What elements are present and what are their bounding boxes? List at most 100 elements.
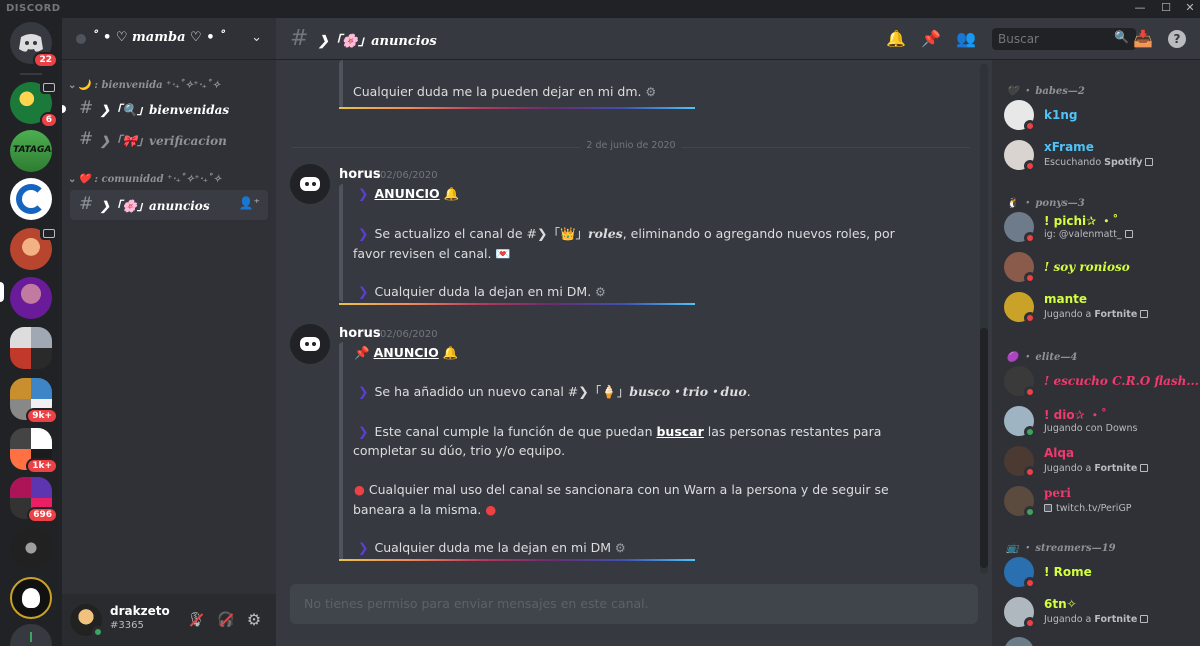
deafen-headphones-icon[interactable]: 🎧 xyxy=(216,610,236,630)
gear-icon: ⚙ xyxy=(611,541,626,555)
members-icon[interactable]: 👥 xyxy=(955,28,977,50)
member-item[interactable]: ! escucho C.R.O flash... xyxy=(1004,362,1199,402)
server-icon[interactable] xyxy=(10,277,52,319)
member-name: k1ng xyxy=(1044,108,1078,122)
help-icon[interactable]: ? xyxy=(1168,30,1186,48)
server-rail: 22 6 TATAGANG xyxy=(0,18,62,646)
discord-window: DISCORD — ☐ ✕ 22 6 TATAGANG xyxy=(0,0,1200,646)
channel-bienvenidas[interactable]: # ❯「🔍」bienvenidas xyxy=(62,94,268,124)
member-item[interactable]: 6tn✧ Jugando a Fortnite xyxy=(1004,593,1194,633)
member-name: ! dio✰ ・˚ xyxy=(1044,408,1107,422)
maximize-button[interactable]: ☐ xyxy=(1154,0,1178,18)
member-group-header: 🟣 ・ elite—4 xyxy=(1006,352,1078,363)
status-indicator xyxy=(1024,386,1036,398)
avatar[interactable] xyxy=(290,324,330,364)
member-item[interactable]: ! dio✰ ・˚ Jugando con Downs xyxy=(1004,402,1194,442)
channel-anuncios[interactable]: # ❯「🌸」anuncios 👤⁺ xyxy=(70,190,268,220)
announcement-title: ❯ ANUNCIO 🔔 xyxy=(358,186,460,201)
member-activity: Jugando a Fortnite xyxy=(1044,463,1149,474)
server-icon[interactable] xyxy=(10,178,52,220)
member-item[interactable]: peri twitch.tv/PeriGP xyxy=(1004,482,1194,522)
hash-icon: # xyxy=(79,98,94,118)
status-indicator xyxy=(1024,577,1036,589)
message-line: ❯ Cualquier duda la dejan en mi DM. ⚙ xyxy=(358,284,606,299)
channel-header: # ❯「🌸」anuncios 🔔 📌 👥 🔍 📥 ? xyxy=(276,18,1200,60)
server-folder[interactable]: 1k+ xyxy=(10,428,58,474)
mute-microphone-icon[interactable]: 🎙 xyxy=(186,610,206,630)
date-divider: 2 de junio de 2020 xyxy=(292,140,970,151)
member-group-header: 🐧 ・ ponys—3 xyxy=(1006,198,1085,209)
home-button[interactable]: 22 xyxy=(10,22,58,68)
member-item[interactable]: Alqa Jugando a Fortnite xyxy=(1004,442,1194,482)
embed-bar xyxy=(339,60,343,108)
bell-icon[interactable]: 🔔 xyxy=(885,28,907,50)
member-name: 6tn✧ xyxy=(1044,597,1077,611)
server-folder[interactable]: 696 xyxy=(10,477,58,523)
minimize-button[interactable]: — xyxy=(1128,0,1152,18)
server-icon[interactable] xyxy=(10,226,56,270)
member-item[interactable]: mante Jugando a Fortnite xyxy=(1004,288,1194,328)
message-author[interactable]: horus xyxy=(339,326,381,341)
voice-icon xyxy=(40,226,56,240)
member-name: peri xyxy=(1044,486,1071,500)
user-panel: drakzeto #3365 🎙 🎧 ⚙ xyxy=(62,594,276,646)
category-bienvenida[interactable]: ⌄ 🌙 : bienvenida ⁺‧₊˚✧⁺‧₊˚✧ xyxy=(68,80,220,91)
member-item[interactable]: k1ng xyxy=(1004,96,1194,136)
member-item[interactable]: ! Rome xyxy=(1004,553,1194,593)
guild-header[interactable]: ˚ • ♡ mamba ♡ • ˚ ⌄ xyxy=(62,18,276,60)
alert-icon: ● xyxy=(354,482,365,497)
hash-icon: # xyxy=(79,194,94,214)
chevron-down-icon[interactable]: ⌄ xyxy=(251,30,262,45)
member-name: xFrame xyxy=(1044,140,1094,154)
embed-divider xyxy=(339,303,695,305)
server-avatar xyxy=(10,277,52,319)
add-user-icon[interactable]: 👤⁺ xyxy=(239,196,260,210)
member-name: mante xyxy=(1044,292,1088,306)
stream-icon xyxy=(1044,504,1052,512)
avatar[interactable] xyxy=(290,164,330,204)
member-name: ! pichi✰ ・˚ xyxy=(1044,214,1119,228)
scrollbar-thumb[interactable] xyxy=(980,328,988,568)
message-line: ❯ Este canal cumple la función de que pue… xyxy=(358,424,882,439)
close-button[interactable]: ✕ xyxy=(1178,0,1200,18)
inbox-icon[interactable]: 📥 xyxy=(1132,28,1154,50)
server-icon[interactable] xyxy=(10,577,52,619)
unread-indicator xyxy=(62,105,66,113)
channel-title: ❯「🌸」anuncios xyxy=(318,34,437,49)
member-item[interactable]: ! soy ronioso xyxy=(1004,248,1194,288)
status-indicator xyxy=(1024,312,1036,324)
embed-bar xyxy=(339,342,343,560)
member-activity: Jugando con Downs xyxy=(1044,423,1138,434)
category-comunidad[interactable]: ⌄ ❤️ : comunidad ⁺‧₊˚✧⁺‧₊˚✧ xyxy=(68,174,221,185)
message-author[interactable]: horus xyxy=(339,167,381,182)
message-line: completar su dúo, trio y/o equipo. xyxy=(353,443,566,458)
bell-icon: 🔔 xyxy=(443,186,460,201)
search-icon: 🔍 xyxy=(1114,30,1129,44)
member-list: 🖤 ・ babes—2 k1ng xFrame Escuchando Spoti… xyxy=(992,60,1200,646)
channel-verificacion[interactable]: # ❯「🎀」verificacion xyxy=(70,125,268,155)
rich-presence-icon xyxy=(1140,310,1149,318)
add-server-button[interactable] xyxy=(10,624,52,646)
server-icon[interactable] xyxy=(10,527,52,569)
server-folder[interactable]: 9k+ xyxy=(10,378,58,424)
server-icon[interactable]: 6 xyxy=(10,80,58,128)
announcement-title: 📌 ANUNCIO 🔔 xyxy=(354,345,459,360)
member-item[interactable]: ! pichi✰ ・˚ ig: @valenmatt_ xyxy=(1004,208,1194,248)
server-folder[interactable] xyxy=(10,327,52,369)
message-line: ❯ Se ha añadido un nuevo canal #❯「🍦」busco… xyxy=(358,384,751,399)
message-list: Cualquier duda me la pueden dejar en mi … xyxy=(276,60,992,580)
mentions-badge: 1k+ xyxy=(26,458,58,474)
status-indicator xyxy=(1024,426,1036,438)
status-indicator xyxy=(1024,120,1036,132)
member-activity: Escuchando Spotify xyxy=(1044,157,1154,168)
category-label: 🌙 : bienvenida ⁺‧₊˚✧⁺‧₊˚✧ xyxy=(78,80,221,91)
pin-icon[interactable]: 📌 xyxy=(920,28,942,50)
member-activity: Jugando a Fortnite xyxy=(1044,309,1149,320)
gear-icon[interactable]: ⚙ xyxy=(244,610,264,630)
member-item[interactable]: xFrame Escuchando Spotify xyxy=(1004,136,1194,176)
rich-presence-icon xyxy=(1124,230,1133,238)
gear-icon: ⚙ xyxy=(591,285,606,299)
member-item[interactable] xyxy=(1004,633,1194,646)
server-icon[interactable]: TATAGANG xyxy=(10,130,52,172)
date-label: 2 de junio de 2020 xyxy=(580,140,682,151)
